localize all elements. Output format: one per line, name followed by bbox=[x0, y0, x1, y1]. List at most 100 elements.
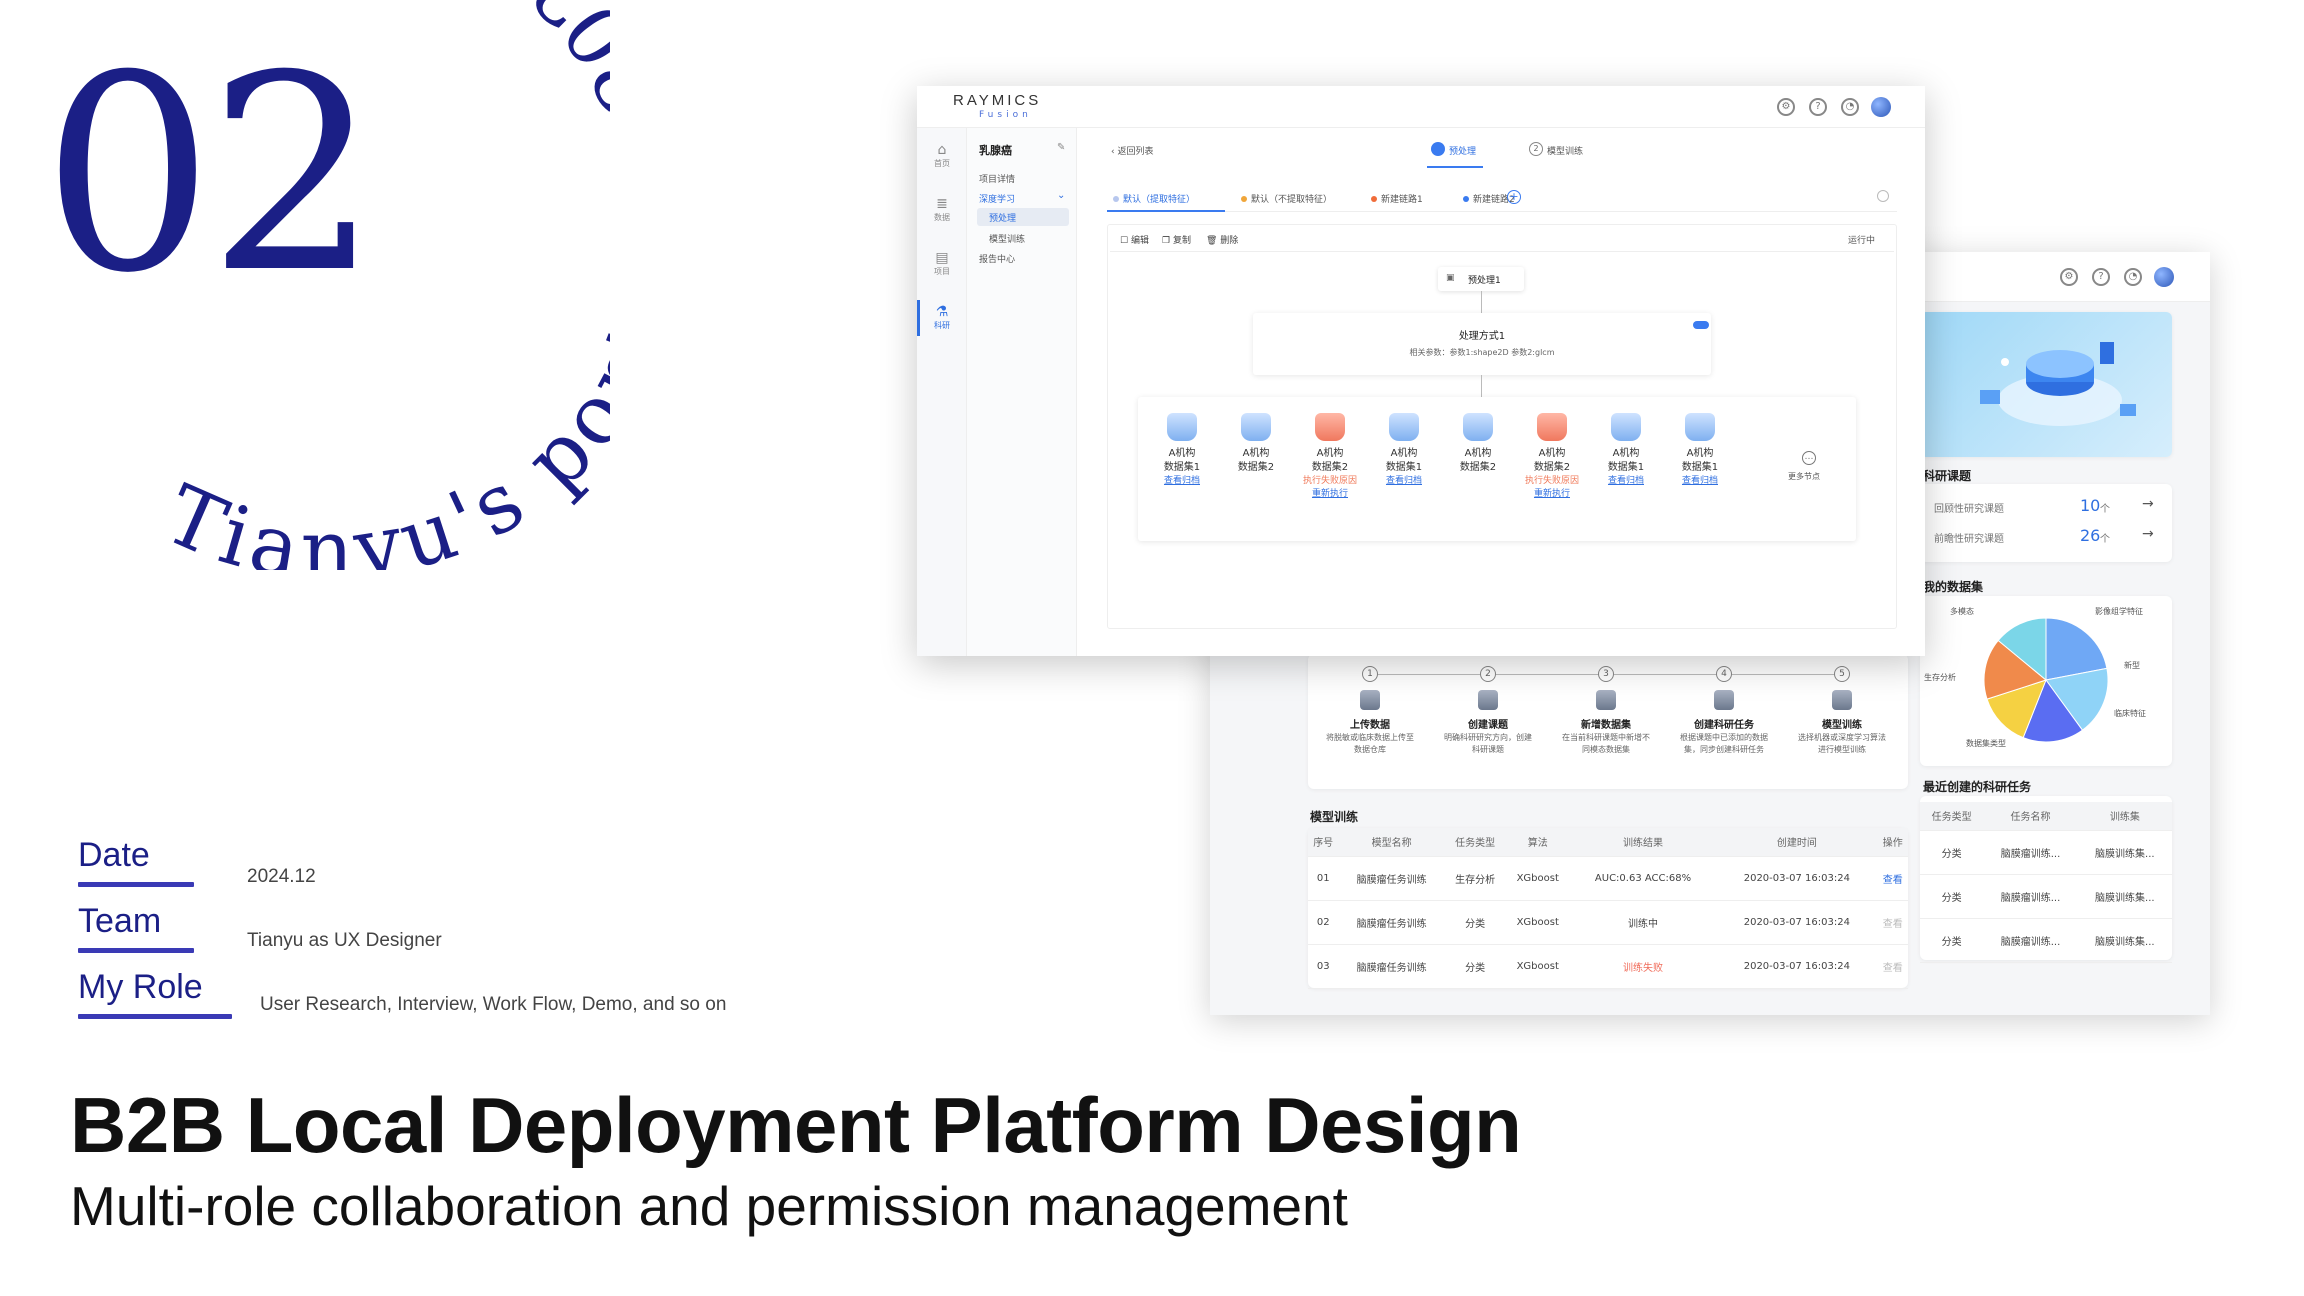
step-preprocess[interactable]: 预处理 bbox=[1449, 144, 1476, 157]
view-link[interactable]: 查看 bbox=[1878, 856, 1908, 900]
col-header: 训练集 bbox=[2077, 802, 2172, 830]
info-icon[interactable] bbox=[1877, 190, 1889, 202]
dataset-link[interactable]: 查看归档 bbox=[1152, 475, 1212, 488]
delete-button[interactable]: 🗑 删除 bbox=[1206, 233, 1238, 246]
dataset-node[interactable]: A机构 数据集2 执行失败原因 重新执行 bbox=[1300, 413, 1360, 501]
settings-icon[interactable]: ⚙ bbox=[1777, 98, 1795, 116]
bell-icon[interactable]: ◔ bbox=[1841, 98, 1859, 116]
meta-team: Team bbox=[78, 904, 194, 953]
topic-label: 前瞻性研究课题 bbox=[1934, 534, 2004, 545]
step-number: 4 bbox=[1716, 666, 1732, 682]
isometric-illustration bbox=[1980, 342, 2136, 426]
dataset-node[interactable]: A机构 数据集2 bbox=[1448, 413, 1508, 475]
tab-dot bbox=[1113, 196, 1119, 202]
dataset-node[interactable]: A机构 数据集1 查看归档 bbox=[1152, 413, 1212, 488]
help-icon[interactable]: ? bbox=[2092, 268, 2110, 286]
edit-button[interactable]: ☐ 编辑 bbox=[1120, 233, 1149, 246]
dataset-node[interactable]: A机构数据集2 bbox=[1226, 413, 1286, 475]
back-link[interactable]: ‹ 返回列表 bbox=[1111, 144, 1153, 157]
dataset-node[interactable]: A机构 数据集2 执行失败原因 重新执行 bbox=[1522, 413, 1582, 501]
tab-chain[interactable]: 新建链路1 bbox=[1371, 192, 1423, 205]
pie-label: 数据集类型 bbox=[1966, 739, 2006, 748]
method-node[interactable]: 处理方式1 相关参数：参数1:shape2D 参数2:glcm bbox=[1253, 313, 1711, 375]
dataset-name: 数据集1 bbox=[1607, 462, 1645, 473]
edit-icon[interactable]: ✎ bbox=[1057, 142, 1065, 153]
cell: 2020-03-07 16:03:24 bbox=[1743, 960, 1850, 972]
dataset-org: A机构 bbox=[1242, 448, 1270, 459]
tab-chain[interactable]: 默认（不提取特征） bbox=[1241, 192, 1332, 205]
cell: 脑膜瘤训练... bbox=[2000, 892, 2061, 904]
dataset-org: A机构 bbox=[1612, 448, 1640, 459]
dataset-org: A机构 bbox=[1168, 448, 1196, 459]
tab-chain[interactable]: 默认（提取特征） bbox=[1113, 192, 1195, 205]
copy-button[interactable]: ❐ 复制 bbox=[1162, 233, 1191, 246]
dataset-link[interactable]: 查看归档 bbox=[1596, 475, 1656, 488]
view-link[interactable]: 查看 bbox=[1878, 900, 1908, 944]
dataset-link[interactable]: 重新执行 bbox=[1300, 488, 1360, 501]
training-title: 模型训练 bbox=[1310, 810, 1359, 824]
svg-text:Tianyu's portfolio 2024: Tianyu's portfolio 2024 bbox=[151, 0, 610, 570]
menu-report-center[interactable]: 报告中心 bbox=[979, 252, 1015, 265]
table-row[interactable]: 02 脑膜瘤任务训练 分类 XGboost 训练中 2020-03-07 16:03:24… bbox=[1308, 900, 1908, 944]
more-nodes-icon[interactable]: … bbox=[1802, 451, 1816, 465]
database-icon: ≣ bbox=[936, 196, 948, 212]
dataset-name: 数据集2 bbox=[1237, 462, 1275, 473]
dataset-stack-icon bbox=[1315, 413, 1345, 441]
dataset-link[interactable]: 重新执行 bbox=[1522, 488, 1582, 501]
step-title: 模型训练 bbox=[1822, 720, 1862, 731]
table-row[interactable]: 分类 脑膜瘤训练... 脑膜训练集... bbox=[1920, 830, 2172, 874]
tab-dot bbox=[1241, 196, 1247, 202]
arrow-right-icon[interactable]: → bbox=[2142, 526, 2154, 542]
dataset-node[interactable]: A机构 数据集1 查看归档 bbox=[1374, 413, 1434, 488]
cell: 分类 bbox=[1941, 848, 1962, 860]
menu-preprocess[interactable]: 预处理 bbox=[989, 211, 1016, 224]
more-nodes-label[interactable]: 更多节点 bbox=[1788, 471, 1820, 482]
col-header: 算法 bbox=[1505, 828, 1570, 856]
table-row[interactable]: 01 脑膜瘤任务训练 生存分析 XGboost AUC:0.63 ACC:68% 2020… bbox=[1308, 856, 1908, 900]
chevron-down-icon[interactable]: ⌄ bbox=[1057, 190, 1065, 201]
sidebar-item[interactable]: ⚗ 科研 bbox=[917, 304, 967, 331]
view-link[interactable]: 查看 bbox=[1878, 944, 1908, 988]
dataset-stack-icon bbox=[1167, 413, 1197, 441]
toggle-switch[interactable] bbox=[1693, 321, 1709, 329]
step-model-training[interactable]: 模型训练 bbox=[1547, 144, 1583, 157]
sidebar-item[interactable]: ≣ 数据 bbox=[917, 196, 967, 223]
add-tab-icon[interactable]: + bbox=[1507, 190, 1521, 204]
preprocess-node[interactable]: ▣ 预处理1 bbox=[1438, 267, 1524, 291]
cell: 2020-03-07 16:03:24 bbox=[1743, 872, 1850, 884]
avatar[interactable] bbox=[2154, 267, 2174, 287]
node-label: 预处理1 bbox=[1468, 276, 1501, 286]
cell: 分类 bbox=[1941, 936, 1962, 948]
active-indicator bbox=[917, 300, 920, 336]
sidebar-item-label: 项目 bbox=[934, 267, 950, 276]
connector bbox=[1481, 291, 1482, 313]
dataset-node[interactable]: A机构 数据集1 查看归档 bbox=[1670, 413, 1730, 488]
cell: 分类 bbox=[1465, 962, 1486, 974]
settings-icon[interactable]: ⚙ bbox=[2060, 268, 2078, 286]
avatar[interactable] bbox=[1871, 97, 1891, 117]
cell: AUC:0.63 ACC:68% bbox=[1594, 872, 1692, 884]
dataset-link[interactable]: 查看归档 bbox=[1670, 475, 1730, 488]
table-row[interactable]: 分类 脑膜瘤训练... 脑膜训练集... bbox=[1920, 874, 2172, 918]
sidebar-item[interactable]: ▤ 项目 bbox=[917, 250, 967, 277]
help-icon[interactable]: ? bbox=[1809, 98, 1827, 116]
menu-project-detail[interactable]: 项目详情 bbox=[979, 172, 1015, 185]
table-row[interactable]: 03 脑膜瘤任务训练 分类 XGboost 训练失败 2020-03-07 16:03:2… bbox=[1308, 944, 1908, 988]
cell: 脑膜训练集... bbox=[2095, 848, 2155, 860]
training-table: 序号 模型名称 任务类型 算法 训练结果 创建时间 操作 01 脑膜瘤任务训练 生存… bbox=[1308, 828, 1908, 989]
step-number: 1 bbox=[1362, 666, 1378, 682]
arrow-right-icon[interactable]: → bbox=[2142, 496, 2154, 512]
bell-icon[interactable]: ◔ bbox=[2124, 268, 2142, 286]
step-desc: 选择机器或深度学习算法进行模型训练 bbox=[1798, 733, 1886, 754]
sidebar-item[interactable]: ⌂ 首页 bbox=[917, 142, 967, 169]
table-row[interactable]: 分类 脑膜瘤训练... 脑膜训练集... bbox=[1920, 918, 2172, 962]
menu-model-training[interactable]: 模型训练 bbox=[989, 232, 1025, 245]
dataset-node[interactable]: A机构数据集1 查看归档 bbox=[1596, 413, 1656, 488]
menu-deep-learning[interactable]: 深度学习 bbox=[979, 192, 1015, 205]
cell: XGboost bbox=[1516, 916, 1559, 928]
tab-label: 新建链路1 bbox=[1381, 195, 1423, 205]
pie-label: 生存分析 bbox=[1924, 673, 1956, 682]
step-title: 创建课题 bbox=[1468, 720, 1508, 731]
dataset-link[interactable]: 查看归档 bbox=[1374, 475, 1434, 488]
cell-failed: 训练失败 bbox=[1623, 962, 1663, 974]
